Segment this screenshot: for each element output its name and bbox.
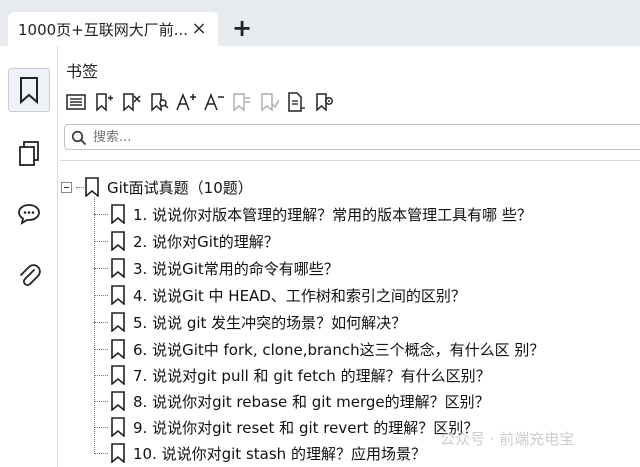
- font-decrease-icon: [203, 92, 224, 111]
- bookmark-item[interactable]: 9. 说说你对git reset 和 git revert 的理解？区别？: [110, 414, 478, 440]
- bookmark-label: 3. 说说Git常用的命令有哪些？: [133, 259, 339, 278]
- pages-panel-button[interactable]: [8, 132, 50, 176]
- bookmark-icon: [111, 339, 125, 359]
- tree-connector: [94, 322, 108, 323]
- bookmark-item[interactable]: 1. 说说你对版本管理的理解？常用的版本管理工具有哪 些？: [110, 201, 532, 227]
- set-destination-button[interactable]: [257, 90, 281, 114]
- bookmark-label: 8. 说说你对git rebase 和 git merge的理解？区别？: [133, 392, 490, 411]
- bookmarks-panel-title: 书签: [66, 62, 99, 81]
- pages-icon: [19, 141, 39, 166]
- tree-connector: [94, 375, 108, 376]
- tree-connector: [76, 187, 84, 188]
- list-icon: [66, 94, 86, 110]
- font-increase-icon: [176, 92, 196, 111]
- bookmark-panel-button[interactable]: [8, 68, 50, 112]
- side-rail: [0, 46, 58, 467]
- bookmark-properties-icon: [233, 93, 250, 112]
- bookmark-icon: [111, 443, 125, 463]
- bookmark-icon: [111, 417, 125, 437]
- bookmark-icon: [85, 177, 99, 197]
- bookmark-locate-button[interactable]: [312, 90, 336, 114]
- bookmark-icon: [111, 285, 125, 305]
- bookmark-label: 2. 说你对Git的理解？: [133, 232, 279, 251]
- tree-connector: [94, 453, 108, 454]
- new-tab-button[interactable]: +: [232, 14, 252, 42]
- bookmark-item[interactable]: 6. 说说Git中 fork, clone,branch这三个概念，有什么区 别…: [110, 336, 544, 362]
- bookmark-list-button[interactable]: [64, 90, 88, 114]
- locate-bookmark-icon: [315, 93, 333, 112]
- bookmark-icon: [111, 391, 125, 411]
- bookmark-label: 6. 说说Git中 fork, clone,branch这三个概念，有什么区 别…: [133, 340, 545, 359]
- tree-connector: [94, 268, 108, 269]
- tree-connector: [94, 349, 108, 350]
- collapse-toggle[interactable]: [61, 182, 72, 193]
- increase-font-button[interactable]: [174, 90, 198, 114]
- bookmark-item[interactable]: 4. 说说Git 中 HEAD、工作树和索引之间的区别？: [110, 282, 466, 308]
- bookmark-icon: [111, 204, 125, 224]
- bookmark-icon: [111, 231, 125, 251]
- tree-vertical-connector: [94, 197, 95, 454]
- bookmark-label: 10. 说说你对git stash 的理解？应用场景？: [133, 444, 426, 463]
- bookmark-item[interactable]: 7. 说说对git pull 和 git fetch 的理解？有什么区别？: [110, 362, 491, 388]
- tree-connector: [94, 427, 108, 428]
- decrease-font-button[interactable]: [202, 90, 226, 114]
- bookmark-icon: [111, 365, 125, 385]
- bookmark-icon: [20, 77, 38, 104]
- search-icon: [71, 130, 87, 146]
- bookmark-label: Git面试真题（10题）: [107, 178, 253, 197]
- bookmark-icon: [111, 258, 125, 278]
- tab-title: 1000页+互联网大厂前...: [18, 20, 188, 39]
- bookmark-item[interactable]: 3. 说说Git常用的命令有哪些？: [110, 255, 339, 281]
- bookmark-item[interactable]: 10. 说说你对git stash 的理解？应用场景？: [110, 440, 426, 466]
- bookmark-properties-button[interactable]: [229, 90, 253, 114]
- tab-bar: 1000页+互联网大厂前... × +: [0, 0, 640, 46]
- bookmark-icon: [111, 312, 125, 332]
- delete-bookmark-icon: [123, 93, 141, 112]
- find-bookmark-button[interactable]: [147, 90, 171, 114]
- bookmark-item[interactable]: 5. 说说 git 发生冲突的场景？如何解决？: [110, 309, 406, 335]
- tree-connector: [94, 214, 108, 215]
- document-tab[interactable]: 1000页+互联网大厂前... ×: [8, 12, 218, 46]
- bookmark-item[interactable]: 2. 说你对Git的理解？: [110, 228, 279, 254]
- delete-bookmark-button[interactable]: [119, 90, 143, 114]
- bookmark-root-item[interactable]: Git面试真题（10题）: [84, 174, 253, 200]
- search-input[interactable]: [93, 127, 633, 147]
- bookmark-item[interactable]: 8. 说说你对git rebase 和 git merge的理解？区别？: [110, 388, 490, 414]
- bookmark-label: 1. 说说你对版本管理的理解？常用的版本管理工具有哪 些？: [133, 205, 532, 224]
- add-bookmark-icon: [95, 93, 113, 112]
- comments-panel-button[interactable]: [8, 192, 50, 236]
- bookmark-search: [64, 124, 640, 150]
- attachments-panel-button[interactable]: [8, 254, 50, 298]
- tree-connector: [94, 295, 108, 296]
- bookmark-label: 4. 说说Git 中 HEAD、工作树和索引之间的区别？: [133, 286, 466, 305]
- find-bookmark-icon: [150, 93, 169, 112]
- set-destination-icon: [260, 93, 279, 112]
- bookmark-label: 9. 说说你对git reset 和 git revert 的理解？区别？: [133, 418, 479, 437]
- bookmark-document-button[interactable]: [284, 90, 308, 114]
- tree-connector: [94, 401, 108, 402]
- bookmark-label: 7. 说说对git pull 和 git fetch 的理解？有什么区别？: [133, 366, 491, 385]
- add-bookmark-button[interactable]: [92, 90, 116, 114]
- close-tab-icon[interactable]: ×: [190, 18, 208, 39]
- document-icon: [288, 92, 305, 112]
- paperclip-icon: [20, 264, 41, 287]
- bookmark-toolbar: [64, 90, 339, 114]
- bookmark-label: 5. 说说 git 发生冲突的场景？如何解决？: [133, 313, 407, 332]
- panel-divider: [60, 160, 640, 161]
- tree-connector: [94, 241, 108, 242]
- comment-icon: [18, 204, 40, 225]
